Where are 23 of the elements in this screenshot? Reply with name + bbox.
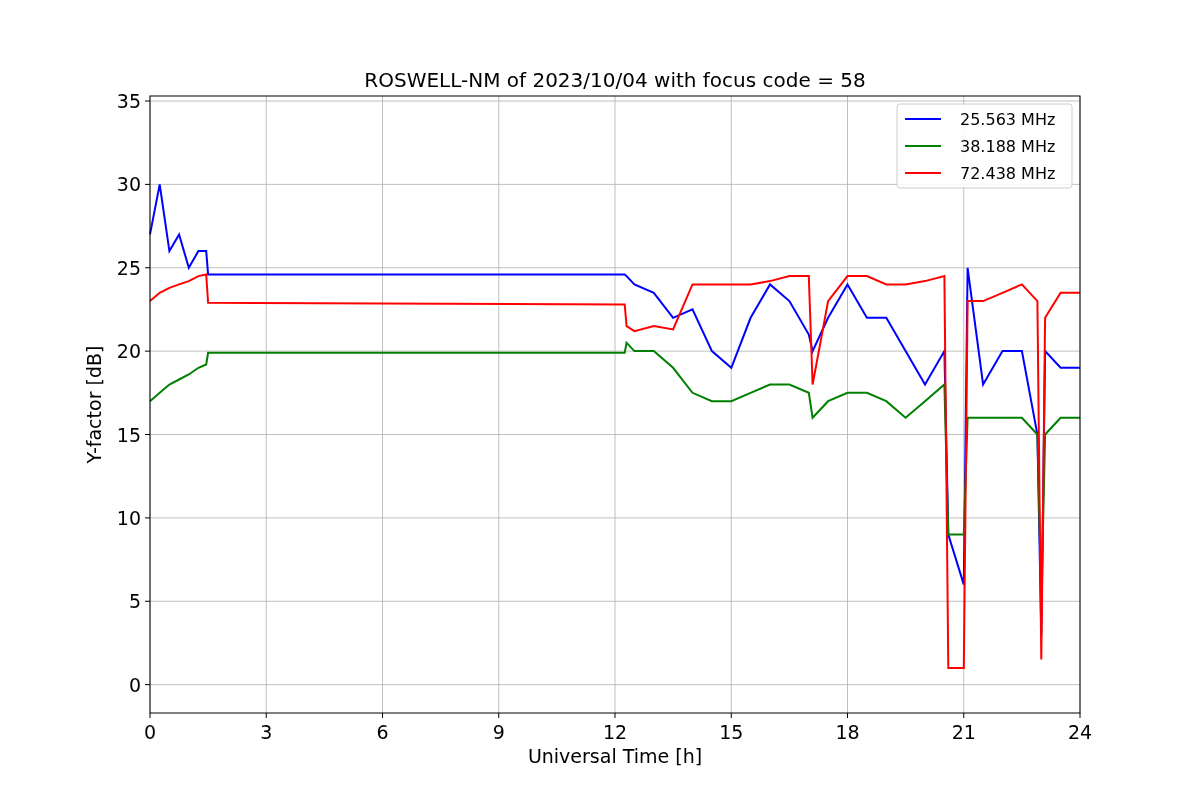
- y-tick-label: 25: [116, 256, 141, 279]
- legend-label: 25.563 MHz: [960, 110, 1056, 129]
- x-tick-label: 3: [260, 721, 273, 743]
- x-tick-label: 24: [1067, 721, 1093, 743]
- x-tick-label: 6: [376, 721, 389, 743]
- x-tick-label: 9: [492, 721, 505, 743]
- y-tick-label: 15: [116, 423, 141, 446]
- x-tick-label: 12: [602, 721, 628, 743]
- x-tick-label: 15: [719, 721, 744, 743]
- y-tick-label: 5: [128, 590, 141, 613]
- y-tick-label: 20: [116, 340, 141, 363]
- legend-label: 38.188 MHz: [960, 137, 1056, 156]
- legend-label: 72.438 MHz: [960, 164, 1056, 183]
- chart-title: ROSWELL-NM of 2023/10/04 with focus code = 58: [364, 68, 866, 92]
- y-tick-label: 30: [116, 173, 141, 196]
- x-tick-label: 0: [143, 721, 157, 743]
- y-tick-label: 0: [128, 673, 141, 696]
- y-axis-label: Y-factor [dB]: [83, 345, 105, 464]
- x-axis-label: Universal Time [h]: [527, 745, 703, 767]
- x-tick-label: 18: [835, 721, 860, 743]
- y-tick-label: 10: [116, 506, 141, 529]
- x-tick-label: 21: [951, 721, 976, 743]
- y-tick-label: 35: [116, 90, 141, 112]
